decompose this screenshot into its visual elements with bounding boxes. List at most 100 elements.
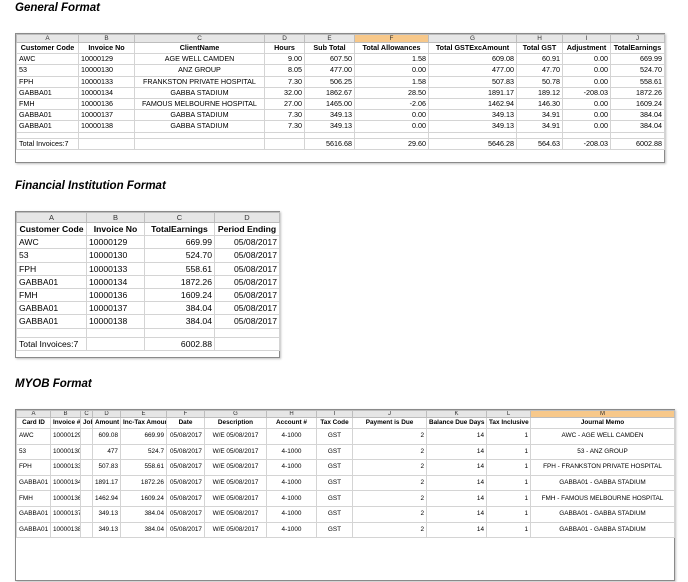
data-cell[interactable]	[80, 490, 93, 507]
data-cell[interactable]: 05/08/2017	[166, 459, 205, 476]
header-cell[interactable]: Invoice #	[50, 417, 81, 429]
data-cell[interactable]: 0.00	[354, 109, 429, 122]
data-cell[interactable]: 349.13	[304, 109, 355, 122]
data-cell[interactable]: 05/08/2017	[214, 248, 280, 263]
data-cell[interactable]: 384.04	[610, 109, 665, 122]
header-cell[interactable]: Customer Code	[16, 221, 87, 237]
data-cell[interactable]	[80, 428, 93, 445]
data-cell[interactable]: 34.91	[516, 120, 563, 133]
column-letter-a[interactable]: A	[16, 410, 51, 418]
data-cell[interactable]: 609.08	[92, 428, 121, 445]
total-cell[interactable]	[264, 137, 305, 150]
empty-cell[interactable]	[214, 327, 280, 338]
data-cell[interactable]	[80, 521, 93, 539]
data-cell[interactable]: 558.61	[120, 459, 167, 476]
data-cell[interactable]: GST	[316, 459, 353, 476]
data-cell[interactable]: 53 - ANZ GROUP	[530, 443, 675, 461]
data-cell[interactable]: 10000130	[78, 64, 135, 77]
data-cell[interactable]: 558.61	[610, 75, 665, 88]
data-cell[interactable]: W/E 05/08/2017	[204, 474, 267, 492]
data-cell[interactable]: 10000134	[78, 86, 135, 99]
data-cell[interactable]: 14	[426, 521, 487, 539]
data-cell[interactable]: 10000136	[86, 287, 145, 303]
data-cell[interactable]: 1462.94	[428, 97, 517, 111]
data-cell[interactable]: GABBA01 - GABBA STADIUM	[530, 505, 675, 523]
data-cell[interactable]: 349.13	[428, 120, 517, 133]
data-cell[interactable]: W/E 05/08/2017	[204, 505, 267, 523]
data-cell[interactable]: 7.30	[264, 120, 305, 133]
total-cell[interactable]: 5616.68	[304, 137, 355, 150]
data-cell[interactable]: 05/08/2017	[166, 443, 205, 461]
data-cell[interactable]: 53	[16, 443, 51, 461]
column-letter-l[interactable]: L	[486, 410, 531, 418]
data-cell[interactable]: 60.91	[516, 53, 563, 66]
data-cell[interactable]: GABBA01	[16, 86, 79, 99]
data-cell[interactable]: W/E 05/08/2017	[204, 428, 267, 445]
column-letter-c[interactable]: C	[144, 212, 215, 223]
data-cell[interactable]: 669.99	[610, 53, 665, 66]
data-cell[interactable]: AWC - AGE WELL CAMDEN	[530, 428, 675, 445]
column-letter-g[interactable]: G	[204, 410, 267, 418]
data-cell[interactable]: 10000137	[78, 109, 135, 122]
data-cell[interactable]: -2.06	[354, 97, 429, 111]
column-letter-i[interactable]: I	[562, 34, 611, 43]
header-cell[interactable]: Customer Code	[16, 41, 79, 55]
data-cell[interactable]: 607.50	[304, 53, 355, 66]
data-cell[interactable]: 8.05	[264, 64, 305, 77]
data-cell[interactable]: 2	[352, 505, 427, 523]
data-cell[interactable]: 14	[426, 443, 487, 461]
data-cell[interactable]: GABBA STADIUM	[134, 109, 265, 122]
column-letter-f[interactable]: F	[166, 410, 205, 418]
data-cell[interactable]: 32.00	[264, 86, 305, 99]
data-cell[interactable]: ANZ GROUP	[134, 64, 265, 77]
data-cell[interactable]: 10000134	[50, 474, 81, 492]
data-cell[interactable]: 1872.26	[144, 274, 215, 289]
data-cell[interactable]: 384.04	[120, 505, 167, 523]
data-cell[interactable]: 05/08/2017	[214, 314, 280, 329]
column-letter-h[interactable]: H	[266, 410, 317, 418]
column-letter-m[interactable]: M	[530, 410, 675, 418]
data-cell[interactable]: AWC	[16, 53, 79, 66]
data-cell[interactable]: FMH	[16, 287, 87, 303]
data-cell[interactable]: 1609.24	[144, 287, 215, 303]
data-cell[interactable]: 477.00	[428, 64, 517, 77]
data-cell[interactable]: W/E 05/08/2017	[204, 459, 267, 476]
header-cell[interactable]: Amount	[92, 417, 121, 429]
data-cell[interactable]: 506.25	[304, 75, 355, 88]
data-cell[interactable]: FPH	[16, 261, 87, 276]
data-cell[interactable]: 2	[352, 459, 427, 476]
data-cell[interactable]: 507.83	[92, 459, 121, 476]
total-cell[interactable]: 564.63	[516, 137, 563, 150]
data-cell[interactable]: FPH - FRANKSTON PRIVATE HOSPITAL	[530, 459, 675, 476]
data-cell[interactable]: FAMOUS MELBOURNE HOSPITAL	[134, 97, 265, 111]
column-letter-b[interactable]: B	[86, 212, 145, 223]
data-cell[interactable]: 14	[426, 490, 487, 507]
data-cell[interactable]: 50.78	[516, 75, 563, 88]
data-cell[interactable]: 7.30	[264, 75, 305, 88]
data-cell[interactable]	[80, 474, 93, 492]
data-cell[interactable]: 05/08/2017	[166, 474, 205, 492]
total-cell[interactable]: 6002.88	[610, 137, 665, 150]
total-cell[interactable]: 29.60	[354, 137, 429, 150]
data-cell[interactable]: 0.00	[354, 64, 429, 77]
data-cell[interactable]: W/E 05/08/2017	[204, 443, 267, 461]
data-cell[interactable]: 0.00	[562, 75, 611, 88]
data-cell[interactable]: 524.70	[144, 248, 215, 263]
data-cell[interactable]: 05/08/2017	[166, 490, 205, 507]
total-cell[interactable]: 6002.88	[144, 336, 215, 351]
data-cell[interactable]: 349.13	[92, 505, 121, 523]
data-cell[interactable]: 558.61	[144, 261, 215, 276]
column-letter-b[interactable]: B	[50, 410, 81, 418]
total-cell[interactable]	[86, 336, 145, 351]
empty-cell[interactable]	[86, 327, 145, 338]
data-cell[interactable]: 384.04	[144, 314, 215, 329]
data-cell[interactable]: 10000133	[78, 75, 135, 88]
total-cell[interactable]: Total Invoices:7	[16, 137, 79, 150]
data-cell[interactable]: 349.13	[428, 109, 517, 122]
data-cell[interactable]: GABBA01 - GABBA STADIUM	[530, 521, 675, 539]
data-cell[interactable]: 10000138	[78, 120, 135, 133]
column-letter-e[interactable]: E	[120, 410, 167, 418]
data-cell[interactable]: 1609.24	[120, 490, 167, 507]
data-cell[interactable]: 28.50	[354, 86, 429, 99]
header-cell[interactable]: Total Allowances	[354, 41, 429, 55]
